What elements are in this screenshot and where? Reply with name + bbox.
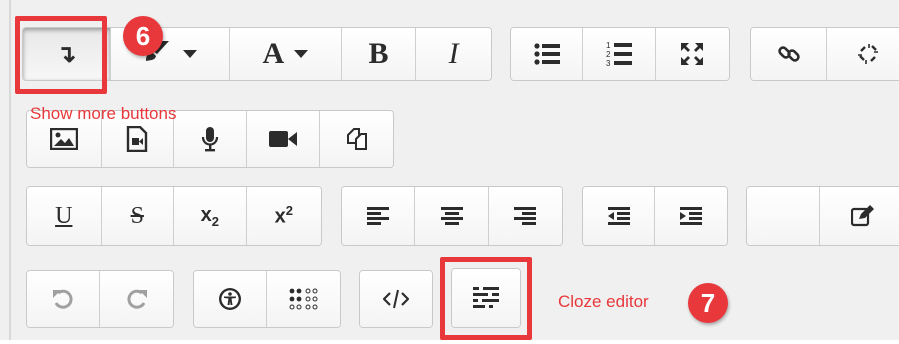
cloze-editor-highlight-box: [440, 257, 532, 340]
edit-button[interactable]: [820, 187, 899, 245]
microphone-icon: [201, 126, 219, 152]
unlink-button[interactable]: [827, 28, 899, 80]
toolbar-group-edit: [746, 186, 899, 246]
align-right-icon: [514, 207, 537, 225]
unordered-list-icon: [534, 43, 560, 65]
manage-files-icon: [345, 127, 369, 151]
chevron-down-icon: [294, 50, 309, 58]
redo-icon: [126, 288, 148, 310]
chevron-down-icon: [182, 50, 197, 58]
step-badge-6: 6: [123, 16, 163, 56]
subscript-icon: x2: [200, 203, 219, 229]
undo-button[interactable]: [27, 271, 100, 327]
font-color-button[interactable]: A: [230, 28, 342, 80]
toolbar-group-accessibility: [193, 270, 341, 328]
screenreader-helper-button[interactable]: [267, 271, 340, 327]
outdent-button[interactable]: [583, 187, 655, 245]
panel-bottom-edge: [0, 340, 899, 344]
bold-icon: B: [368, 37, 389, 70]
record-audio-button[interactable]: [174, 111, 247, 167]
unordered-list-button[interactable]: [511, 28, 584, 80]
empty-button[interactable]: [747, 187, 821, 245]
undo-icon: [52, 288, 74, 310]
bold-button[interactable]: B: [341, 28, 417, 80]
indent-button[interactable]: [655, 187, 727, 245]
html-icon: [383, 289, 409, 309]
toolbar-group-lists: 123: [510, 27, 730, 81]
step-badge-7: 7: [688, 283, 728, 323]
accessibility-checker-button[interactable]: [194, 271, 267, 327]
svg-text:2: 2: [606, 50, 611, 59]
ordered-list-icon: 123: [606, 41, 633, 67]
toolbar-group-history: [26, 270, 174, 328]
fullscreen-button[interactable]: [655, 28, 729, 80]
strikethrough-button[interactable]: S: [101, 187, 175, 245]
show-more-highlight-box: [15, 16, 107, 94]
image-icon: [49, 128, 78, 150]
align-center-icon: [440, 207, 463, 225]
indent-icon: [680, 207, 702, 225]
toolbar-group-links: [750, 27, 899, 81]
svg-text:1: 1: [606, 41, 611, 50]
toolbar-group-align: [341, 186, 563, 246]
redo-button[interactable]: [100, 271, 173, 327]
strikethrough-icon: S: [130, 202, 144, 229]
svg-text:3: 3: [606, 59, 611, 67]
text-color-icon: A: [262, 37, 285, 70]
align-left-icon: [367, 207, 390, 225]
link-button[interactable]: [751, 28, 828, 80]
align-center-button[interactable]: [415, 187, 489, 245]
edit-icon: [850, 205, 875, 227]
align-right-button[interactable]: [488, 187, 562, 245]
panel-left-border: [9, 0, 11, 344]
show-more-note: Show more buttons: [30, 104, 177, 123]
superscript-button[interactable]: x2: [246, 187, 321, 245]
cloze-editor-note: Cloze editor: [558, 292, 649, 311]
underline-icon: U: [55, 202, 73, 229]
media-icon: [126, 126, 148, 152]
fullscreen-icon: [680, 42, 704, 66]
manage-files-button[interactable]: [320, 111, 393, 167]
ordered-list-button[interactable]: 123: [583, 28, 656, 80]
toolbar-group-indent: [582, 186, 728, 246]
unlink-icon: [856, 42, 880, 66]
italic-icon: I: [448, 37, 459, 70]
align-left-button[interactable]: [342, 187, 416, 245]
html-button[interactable]: [360, 271, 432, 327]
toolbar-group-format: U S x2 x2: [26, 186, 322, 246]
accessibility-checker-icon: [218, 287, 242, 311]
video-icon: [268, 129, 298, 149]
superscript-icon: x2: [274, 203, 293, 228]
underline-button[interactable]: U: [27, 187, 102, 245]
toolbar-group-html: [359, 270, 433, 328]
italic-button[interactable]: I: [416, 28, 491, 80]
link-icon: [777, 42, 801, 66]
outdent-icon: [607, 207, 630, 225]
screenreader-helper-icon: [289, 288, 319, 310]
subscript-button[interactable]: x2: [174, 187, 247, 245]
record-video-button[interactable]: [246, 111, 321, 167]
